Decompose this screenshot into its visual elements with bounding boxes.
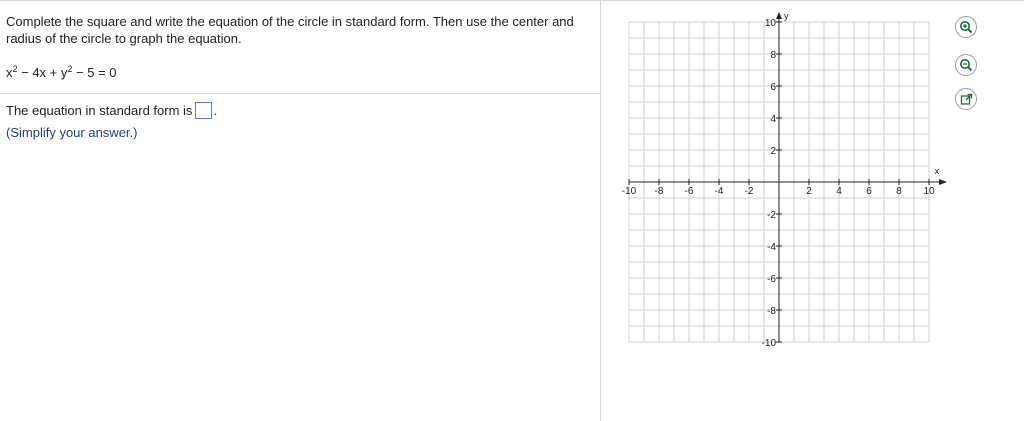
y-tick-label: -8 (767, 306, 776, 317)
question-instructions: Complete the square and write the equati… (6, 14, 574, 46)
section-divider (0, 93, 600, 94)
y-tick-label: -10 (762, 338, 777, 347)
zoom-out-button[interactable] (955, 54, 977, 76)
y-tick-label: -2 (767, 210, 776, 221)
x-tick-label: -2 (745, 186, 754, 197)
answer-prefix: The equation in standard form is (6, 103, 193, 118)
y-tick-label: 10 (765, 18, 777, 29)
graph-canvas[interactable]: x y -10 -8 -6 -4 -2 2 4 6 8 10 10 8 6 4 2 -2 -4 -6 -8 -10 (619, 12, 949, 347)
x-axis-arrow (939, 179, 947, 185)
y-axis-label: y (784, 12, 789, 21)
x-tick-label: -6 (685, 186, 694, 197)
y-tick-label: 8 (770, 50, 776, 61)
x-tick-label: -4 (715, 186, 724, 197)
zoom-in-button[interactable] (955, 16, 977, 38)
x-tick-label: 4 (836, 186, 842, 197)
y-axis-arrow (776, 12, 782, 19)
y-tick-label: -4 (767, 242, 776, 253)
y-tick-label: -6 (767, 274, 776, 285)
given-equation: x2 − 4x + y2 − 5 = 0 (6, 64, 117, 81)
x-axis-label: x (935, 166, 940, 176)
answer-hint: (Simplify your answer.) (6, 125, 138, 140)
y-tick-label: 4 (770, 114, 776, 125)
x-tick-label: 10 (923, 186, 935, 197)
equation-term-middle: − 4x + y (17, 65, 68, 80)
x-tick-label: -8 (655, 186, 664, 197)
equation-term-end: − 5 = 0 (72, 65, 117, 80)
answer-line: The equation in standard form is . (6, 102, 217, 119)
zoom-out-icon (960, 59, 973, 72)
answer-suffix: . (213, 103, 218, 118)
zoom-in-icon (960, 21, 973, 34)
x-tick-label: 6 (866, 186, 872, 197)
question-pane: Complete the square and write the equati… (0, 1, 600, 421)
y-tick-label: 6 (770, 82, 776, 93)
y-tick-label: 2 (770, 146, 776, 157)
popout-icon (960, 93, 972, 105)
x-tick-label: 2 (806, 186, 812, 197)
x-tick-label: -10 (622, 186, 637, 197)
popout-button[interactable] (955, 88, 977, 110)
pane-divider (600, 1, 601, 421)
x-tick-label: 8 (896, 186, 902, 197)
answer-input[interactable] (195, 102, 213, 119)
